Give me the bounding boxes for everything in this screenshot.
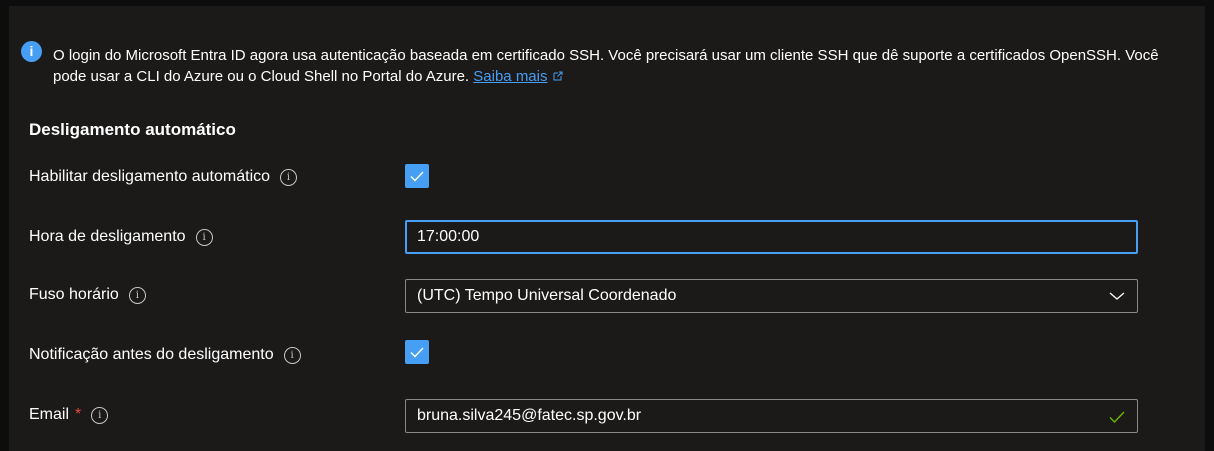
- required-asterisk: *: [75, 406, 82, 423]
- email-label-text: Email: [29, 406, 70, 423]
- shutdown-time-row: Hora de desligamento i 17:00:00: [9, 218, 1205, 258]
- timezone-selected-value: (UTC) Tempo Universal Coordenado: [417, 287, 677, 304]
- enable-shutdown-label-text: Habilitar desligamento automático: [29, 168, 271, 185]
- learn-more-link[interactable]: Saiba mais: [473, 68, 547, 85]
- checkmark-icon: [410, 171, 424, 182]
- checkmark-icon: [410, 347, 424, 358]
- notification-label-text: Notificação antes do desligamento: [29, 346, 274, 363]
- timezone-label: Fuso horário i: [29, 286, 146, 304]
- notification-row: Notificação antes do desligamento i: [9, 336, 1205, 376]
- shutdown-time-value: 17:00:00: [417, 228, 480, 245]
- section-title: Desligamento automático: [29, 120, 236, 139]
- info-tooltip-icon[interactable]: i: [280, 168, 298, 186]
- auto-shutdown-panel: i O login do Microsoft Entra ID agora us…: [9, 6, 1205, 451]
- chevron-down-icon: [1109, 292, 1125, 300]
- notification-checkbox[interactable]: [405, 340, 429, 364]
- external-link-icon: [553, 71, 563, 81]
- timezone-select[interactable]: (UTC) Tempo Universal Coordenado: [405, 279, 1138, 313]
- enable-shutdown-checkbox[interactable]: [405, 164, 429, 188]
- email-row: Email * i bruna.silva245@fatec.sp.gov.br: [9, 396, 1205, 436]
- enable-shutdown-label: Habilitar desligamento automático i: [29, 168, 298, 186]
- shutdown-time-label-text: Hora de desligamento: [29, 228, 186, 245]
- info-message-text: O login do Microsoft Entra ID agora usa …: [53, 47, 1159, 85]
- notification-label: Notificação antes do desligamento i: [29, 346, 301, 364]
- timezone-label-text: Fuso horário: [29, 286, 119, 303]
- info-tooltip-icon[interactable]: i: [91, 406, 109, 424]
- shutdown-time-label: Hora de desligamento i: [29, 228, 213, 246]
- email-label: Email * i: [29, 406, 109, 424]
- email-value: bruna.silva245@fatec.sp.gov.br: [417, 407, 642, 424]
- learn-more-link-label: Saiba mais: [473, 68, 548, 85]
- shutdown-time-input[interactable]: 17:00:00: [405, 220, 1138, 254]
- info-tooltip-icon[interactable]: i: [128, 286, 146, 304]
- info-tooltip-icon[interactable]: i: [283, 346, 301, 364]
- info-tooltip-icon[interactable]: i: [195, 228, 213, 246]
- enable-shutdown-row: Habilitar desligamento automático i: [9, 158, 1205, 198]
- info-message: O login do Microsoft Entra ID agora usa …: [53, 45, 1173, 87]
- timezone-row: Fuso horário i (UTC) Tempo Universal Coo…: [9, 276, 1205, 316]
- info-banner: i O login do Microsoft Entra ID agora us…: [9, 24, 1189, 104]
- valid-check-icon: [1109, 411, 1125, 424]
- email-input[interactable]: bruna.silva245@fatec.sp.gov.br: [405, 399, 1138, 433]
- info-icon: i: [21, 41, 42, 62]
